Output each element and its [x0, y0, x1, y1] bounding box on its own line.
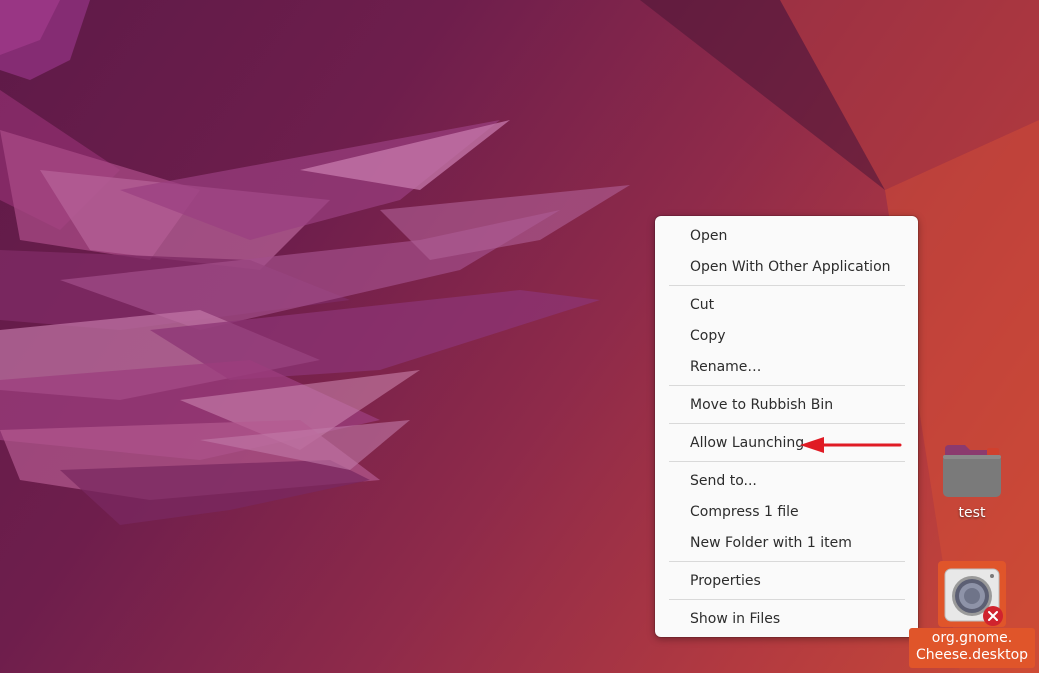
- launcher-label-line2: Cheese.desktop: [915, 647, 1029, 663]
- menu-item-compress[interactable]: Compress 1 file: [655, 497, 918, 527]
- menu-item-open[interactable]: Open: [655, 221, 918, 251]
- menu-item-copy[interactable]: Copy: [655, 321, 918, 351]
- annotation-arrow-icon: [800, 437, 902, 453]
- menu-item-cut[interactable]: Cut: [655, 290, 918, 320]
- menu-separator: [669, 285, 905, 286]
- untrusted-x-icon: [983, 606, 1003, 626]
- launcher-label-line1: org.gnome.: [931, 630, 1013, 646]
- folder-label[interactable]: test: [932, 505, 1012, 521]
- desktop[interactable]: Open Open With Other Application Cut Cop…: [0, 0, 1039, 673]
- menu-item-new-folder-with-item[interactable]: New Folder with 1 item: [655, 528, 918, 558]
- menu-item-rename[interactable]: Rename…: [655, 352, 918, 382]
- menu-separator: [669, 385, 905, 386]
- launcher-label[interactable]: org.gnome. Cheese.desktop: [909, 628, 1035, 668]
- menu-separator: [669, 423, 905, 424]
- menu-item-show-in-files[interactable]: Show in Files: [655, 604, 918, 634]
- menu-separator: [669, 461, 905, 462]
- folder-icon[interactable]: [943, 445, 1001, 497]
- menu-item-open-with[interactable]: Open With Other Application: [655, 252, 918, 282]
- menu-item-properties[interactable]: Properties: [655, 566, 918, 596]
- menu-separator: [669, 561, 905, 562]
- menu-separator: [669, 599, 905, 600]
- menu-item-move-to-rubbish-bin[interactable]: Move to Rubbish Bin: [655, 390, 918, 420]
- context-menu: Open Open With Other Application Cut Cop…: [655, 216, 918, 637]
- menu-item-send-to[interactable]: Send to...: [655, 466, 918, 496]
